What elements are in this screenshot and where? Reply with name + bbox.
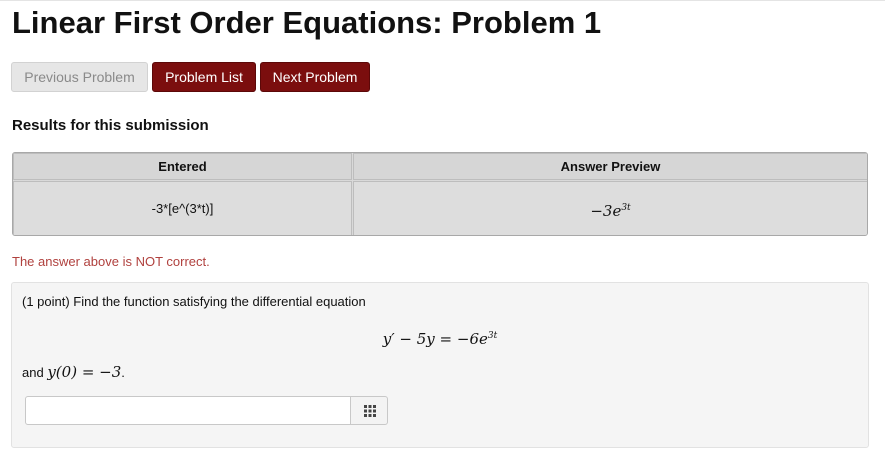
answer-preview-column-header: Answer Preview — [353, 153, 867, 180]
initial-condition: and y(0) = −3. — [22, 361, 125, 384]
condition-suffix: . — [121, 365, 125, 380]
results-table: Entered Answer Preview -3*[e^(3*t)] −3e3… — [12, 152, 868, 236]
page-title: Linear First Order Equations: Problem 1 — [12, 5, 602, 40]
next-problem-button[interactable]: Next Problem — [260, 62, 370, 92]
previous-problem-button[interactable]: Previous Problem — [11, 62, 148, 92]
answer-input[interactable] — [25, 396, 351, 425]
equation-main: y′ − 5y = −6e — [382, 330, 488, 348]
answer-preview-base: −3e — [590, 202, 622, 220]
condition-math: y(0) = −3 — [47, 363, 122, 381]
equation-editor-button[interactable] — [350, 396, 388, 425]
differential-equation: y′ − 5y = −6e3t — [12, 325, 868, 350]
condition-prefix: and — [22, 365, 44, 380]
answer-preview-cell: −3e3t — [353, 181, 867, 235]
incorrect-answer-message: The answer above is NOT correct. — [12, 254, 210, 269]
problem-panel: (1 point) Find the function satisfying t… — [11, 282, 869, 448]
top-divider — [0, 0, 885, 1]
answer-preview-math: −3e3t — [590, 202, 630, 220]
answer-preview-exponent: 3t — [621, 203, 631, 213]
entered-column-header: Entered — [13, 153, 352, 180]
problem-statement: (1 point) Find the function satisfying t… — [22, 294, 366, 309]
results-heading: Results for this submission — [12, 117, 209, 134]
equation-exponent: 3t — [487, 331, 498, 341]
entered-answer-cell: -3*[e^(3*t)] — [13, 181, 352, 235]
grid-icon — [364, 405, 376, 417]
problem-list-button[interactable]: Problem List — [152, 62, 256, 92]
